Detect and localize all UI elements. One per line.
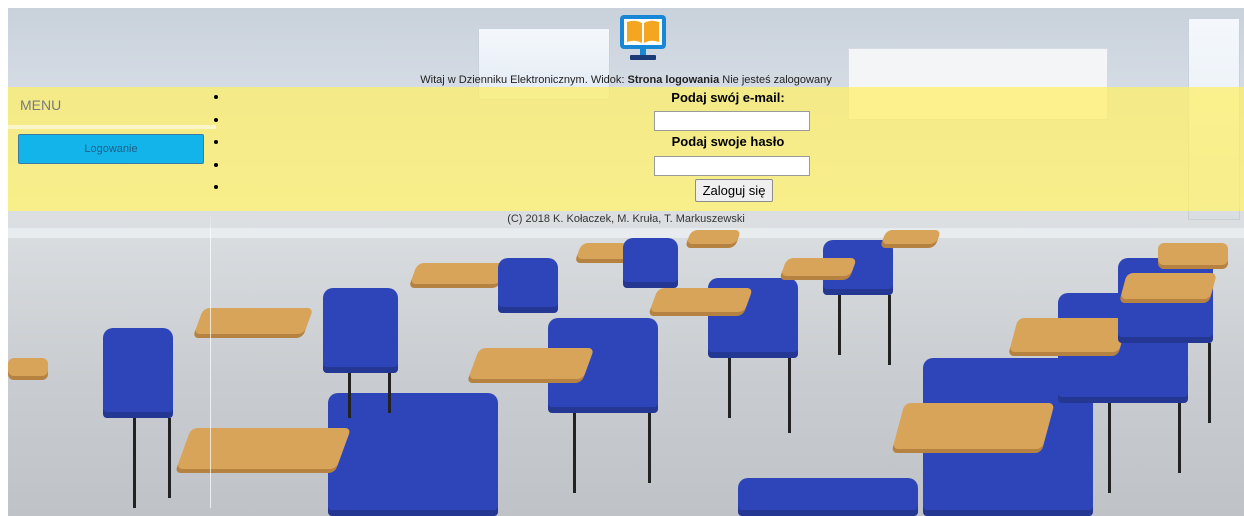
login-button[interactable]: Zaloguj się (695, 179, 773, 202)
chair-leg (1108, 403, 1111, 493)
chair (498, 258, 558, 313)
open-book-monitor-icon (620, 15, 666, 60)
welcome-prefix: Witaj w Dzienniku Elektronicznym. Widok: (420, 74, 625, 86)
chair-leg (1178, 403, 1181, 473)
password-field[interactable] (654, 156, 810, 176)
email-field[interactable] (654, 111, 810, 131)
desk (1007, 318, 1129, 356)
desk (466, 348, 595, 383)
login-status: Nie jesteś zalogowany (722, 74, 832, 86)
column-separator (210, 217, 211, 508)
desk (1118, 273, 1218, 303)
chair (623, 238, 678, 288)
chair (738, 478, 918, 516)
chair-leg (388, 373, 391, 413)
sidebar-menu: MENU Logowanie (8, 87, 216, 211)
chair (103, 328, 173, 418)
chair-leg (1208, 343, 1211, 423)
chair-leg (648, 413, 651, 483)
desk (684, 230, 742, 248)
chair-leg (168, 418, 171, 498)
page-footer: (C) 2018 K. Kołaczek, M. Kruła, T. Marku… (8, 211, 1244, 228)
chair-leg (888, 295, 891, 365)
desk (879, 230, 942, 248)
chair (323, 288, 398, 373)
chair-leg (133, 418, 136, 508)
current-view: Strona logowania (627, 74, 720, 86)
desk (174, 428, 352, 473)
desk (1158, 243, 1228, 269)
main-content: MENU Logowanie Podaj swój e-mail: Podaj … (8, 87, 1244, 211)
chair-leg (838, 295, 841, 355)
menu-divider (8, 125, 216, 129)
password-label: Podaj swoje hasło (671, 134, 785, 149)
chair (328, 393, 498, 516)
desk (778, 258, 858, 280)
chair-leg (573, 413, 576, 493)
desk (8, 358, 48, 380)
desk (891, 403, 1055, 453)
menu-item-logowanie[interactable]: Logowanie (18, 134, 204, 164)
menu-title: MENU (20, 97, 62, 113)
chair-leg (348, 373, 351, 418)
desk (647, 288, 754, 316)
desk (408, 263, 508, 288)
chair-leg (788, 358, 791, 433)
chair-leg (728, 358, 731, 418)
page-header: Witaj w Dzienniku Elektronicznym. Widok:… (8, 8, 1244, 87)
email-label: Podaj swój e-mail: (671, 90, 785, 105)
welcome-line: Witaj w Dzienniku Elektronicznym. Widok:… (8, 74, 1244, 86)
